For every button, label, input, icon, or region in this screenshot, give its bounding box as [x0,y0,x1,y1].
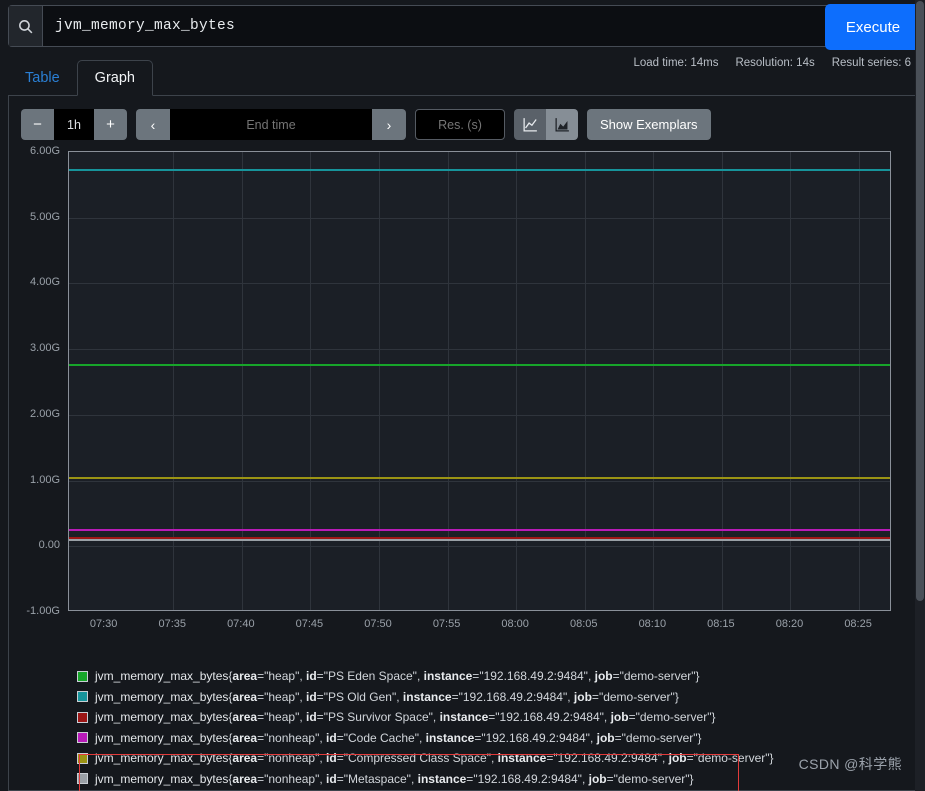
gridline-horizontal [69,546,890,548]
gridline-vertical [653,152,655,610]
gridline-horizontal [69,217,890,219]
y-axis-labels: 6.00G 5.00G 4.00G 3.00G 2.00G 1.00G 0.00 -1.00G [9,144,64,634]
legend-item[interactable]: jvm_memory_max_bytes{area="heap", id="PS… [77,687,867,708]
legend-color-swatch [77,752,88,764]
prometheus-graph-page: Execute Load time: 14ms Resolution: 14s … [0,0,925,791]
gridline-vertical [173,152,175,610]
tab-graph[interactable]: Graph [76,59,153,96]
y-tick-label: 2.00G [30,407,60,420]
range-decrease-button[interactable]: − [21,109,54,140]
legend-color-swatch [77,670,88,682]
gridline-horizontal [69,349,890,351]
legend-color-swatch [77,691,88,703]
line-chart-icon[interactable] [514,109,546,140]
series-line [69,528,890,531]
legend-color-swatch [77,711,88,723]
tab-table[interactable]: Table [8,61,77,95]
time-next-button[interactable]: › [372,109,406,140]
x-tick-label: 08:15 [707,618,735,630]
x-tick-label: 08:05 [569,618,598,630]
legend-series-label: jvm_memory_max_bytes{area="heap", id="PS… [95,710,716,725]
query-input[interactable] [43,6,844,46]
resolution-input[interactable] [415,109,505,140]
y-tick-label: 6.00G [30,145,60,157]
x-axis-labels: 07:30 07:35 07:40 07:45 07:50 07:55 08:00 08:05… [68,614,891,636]
y-tick-label: -1.00G [26,605,60,617]
series-line [69,169,890,172]
x-tick-label: 08:10 [638,618,667,630]
y-tick-label: 5.00G [30,210,60,223]
x-tick-label: 07:40 [227,618,255,630]
end-time-input[interactable] [170,109,372,140]
x-tick-label: 07:55 [432,618,461,630]
legend-item[interactable]: jvm_memory_max_bytes{area="nonheap", id=… [77,728,867,749]
y-tick-label: 4.00G [30,276,60,289]
scrollbar-thumb[interactable] [916,1,924,601]
graph-panel: − + ‹ › [8,96,917,791]
stacked-area-icon[interactable] [546,109,578,140]
time-prev-button[interactable]: ‹ [136,109,170,140]
x-tick-label: 08:25 [844,618,872,630]
x-tick-label: 08:20 [775,618,804,630]
x-tick-label: 07:50 [364,618,392,630]
chart-type-group [514,109,578,140]
graph-controls: − + ‹ › [21,109,711,140]
legend-series-label: jvm_memory_max_bytes{area="nonheap", id=… [95,751,774,766]
y-tick-label: 3.00G [30,342,60,355]
y-tick-label: 0.00 [38,539,60,552]
gridline-vertical [859,152,861,610]
legend-series-label: jvm_memory_max_bytes{area="heap", id="PS… [95,689,679,704]
gridline-vertical [447,152,449,610]
legend-color-swatch [77,773,88,785]
range-value-input[interactable] [54,109,94,140]
x-tick-label: 08:00 [501,618,529,630]
x-tick-label: 07:35 [158,618,186,630]
page-scrollbar[interactable] [915,0,925,791]
gridline-vertical [378,152,380,610]
legend-series-label: jvm_memory_max_bytes{area="nonheap", id=… [95,771,694,786]
y-tick-label: 1.00G [30,473,60,486]
query-bar: Execute [8,4,921,50]
legend-item[interactable]: jvm_memory_max_bytes{area="heap", id="PS… [77,666,867,687]
gridline-vertical [790,152,792,610]
gridline-vertical [721,152,723,610]
series-line [69,538,890,541]
legend-item[interactable]: jvm_memory_max_bytes{area="heap", id="PS… [77,707,867,728]
plot-canvas[interactable] [68,151,891,611]
legend-item[interactable]: jvm_memory_max_bytes{area="nonheap", id=… [77,748,867,769]
x-tick-label: 07:45 [295,618,324,630]
result-tabs: Table Graph [8,55,917,96]
series-line [69,476,890,479]
range-increase-button[interactable]: + [94,109,127,140]
x-tick-label: 07:30 [89,618,118,630]
legend-item[interactable]: jvm_memory_max_bytes{area="nonheap", id=… [77,769,867,790]
execute-button[interactable]: Execute [825,4,921,50]
legend-color-swatch [77,732,88,744]
gridline-horizontal [69,283,890,285]
chart-legend: jvm_memory_max_bytes{area="heap", id="PS… [77,666,867,789]
legend-series-label: jvm_memory_max_bytes{area="heap", id="PS… [95,669,700,684]
time-range-group: − + [21,109,127,140]
gridline-vertical [516,152,518,610]
chart-area: 6.00G 5.00G 4.00G 3.00G 2.00G 1.00G 0.00 -1.00G… [9,144,918,644]
series-line [69,363,890,366]
gridline-vertical [241,152,243,610]
gridline-horizontal [69,480,890,482]
gridline-vertical [584,152,586,610]
end-time-group: ‹ › [136,109,406,140]
gridline-vertical [310,152,312,610]
legend-series-label: jvm_memory_max_bytes{area="nonheap", id=… [95,730,702,745]
search-icon[interactable] [9,6,43,46]
show-exemplars-button[interactable]: Show Exemplars [587,109,711,140]
gridline-horizontal [69,414,890,416]
